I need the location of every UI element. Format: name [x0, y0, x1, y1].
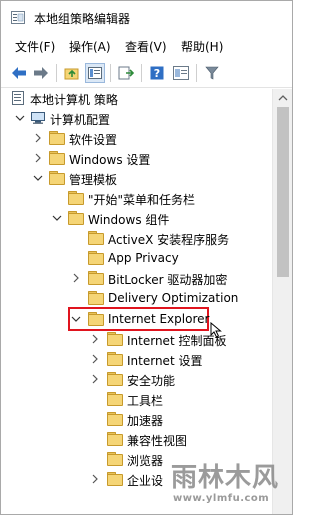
folder-icon: [68, 191, 84, 205]
tree-item-windows-settings[interactable]: Windows 设置: [1, 149, 272, 169]
tree-label: "开始"菜单和任务栏: [88, 193, 196, 207]
tree-label: 管理模板: [69, 173, 118, 187]
tree-item-compat-view[interactable]: 兼容性视图: [1, 430, 272, 450]
folder-icon: [107, 432, 123, 446]
svg-text:?: ?: [154, 67, 160, 80]
folder-icon: [88, 251, 104, 265]
group-policy-editor-window: 本地组策略编辑器 文件(F) 操作(A) 查看(V) 帮助(H) ? 本地计算机…: [0, 0, 293, 515]
tree-item-accelerators[interactable]: 加速器: [1, 410, 272, 430]
tree-item-activex[interactable]: ActiveX 安装程序服务: [1, 229, 272, 249]
vertical-scrollbar[interactable]: [272, 89, 292, 514]
chevron-down-icon[interactable]: [33, 173, 43, 183]
tree-item-delivery-optimization[interactable]: Delivery Optimization: [1, 289, 272, 309]
chevron-right-icon[interactable]: [71, 273, 81, 283]
title-bar: 本地组策略编辑器: [1, 1, 292, 33]
mouse-cursor-icon: [210, 322, 222, 338]
toolbar-separator: [196, 64, 197, 82]
tree-item-root[interactable]: 本地计算机 策略: [1, 89, 272, 109]
folder-icon: [107, 332, 123, 346]
chevron-right-icon[interactable]: [90, 354, 100, 364]
chevron-right-icon[interactable]: [90, 374, 100, 384]
show-tree-icon[interactable]: [85, 63, 105, 83]
toolbar-separator: [56, 64, 57, 82]
tree-label: ActiveX 安装程序服务: [108, 233, 230, 247]
folder-open-icon: [88, 312, 104, 326]
menu-bar: 文件(F) 操作(A) 查看(V) 帮助(H): [1, 37, 292, 57]
tree-label: 本地计算机 策略: [30, 93, 118, 107]
tree-label: 安全功能: [127, 374, 176, 388]
toolbar-separator: [141, 64, 142, 82]
tree-item-computer-config[interactable]: 计算机配置: [1, 109, 272, 129]
tree-item-app-privacy[interactable]: App Privacy: [1, 249, 272, 269]
chevron-right-icon[interactable]: [33, 153, 43, 163]
computer-icon: [31, 112, 45, 124]
tree-item-ie-settings[interactable]: Internet 设置: [1, 350, 272, 370]
menu-file[interactable]: 文件(F): [15, 38, 55, 55]
tree-item-toolbars[interactable]: 工具栏: [1, 390, 272, 410]
folder-icon: [49, 151, 65, 165]
watermark: 雨林木风 www.ylmfu.com: [163, 455, 291, 513]
tree-item-software-settings[interactable]: 软件设置: [1, 129, 272, 149]
tree-item-bitlocker[interactable]: BitLocker 驱动器加密: [1, 269, 272, 289]
scroll-up-arrow-icon[interactable]: [273, 89, 292, 107]
folder-icon: [88, 231, 104, 245]
folder-icon: [49, 131, 65, 145]
filter-icon[interactable]: [202, 63, 222, 83]
tree-label: 兼容性视图: [127, 434, 188, 448]
folder-icon: [107, 452, 123, 466]
tree-label: Internet Explorer: [108, 312, 210, 326]
folder-icon: [107, 372, 123, 386]
up-folder-icon[interactable]: [62, 63, 82, 83]
help-icon[interactable]: ?: [147, 63, 167, 83]
window-title: 本地组策略编辑器: [34, 12, 131, 26]
forward-arrow-icon[interactable]: [31, 63, 51, 83]
watermark-url: www.ylmfu.com: [173, 493, 270, 504]
menu-view[interactable]: 查看(V): [125, 38, 167, 55]
tree-label: Internet 设置: [127, 354, 203, 368]
tree-label: 工具栏: [127, 394, 164, 408]
menu-action[interactable]: 操作(A): [69, 38, 111, 55]
folder-icon: [68, 211, 84, 225]
tree-label: 计算机配置: [50, 113, 111, 127]
tree-item-security-features[interactable]: 安全功能: [1, 370, 272, 390]
tree-item-admin-templates[interactable]: 管理模板: [1, 169, 272, 189]
chevron-down-icon[interactable]: [15, 113, 25, 123]
chevron-right-icon[interactable]: [33, 133, 43, 143]
tree-label: 企业设: [127, 474, 164, 488]
policy-tree: 本地计算机 策略 计算机配置 软件设置 Windows 设置 管理模板 "开始"…: [1, 89, 272, 514]
tree-item-ie-control-panel[interactable]: Internet 控制面板: [1, 330, 272, 350]
chevron-down-icon[interactable]: [71, 314, 81, 324]
watermark-logo-text: 雨林木风: [171, 463, 280, 493]
folder-icon: [107, 412, 123, 426]
toolbar: ?: [1, 59, 292, 88]
tree-label: 软件设置: [69, 133, 118, 147]
chevron-right-icon[interactable]: [90, 474, 100, 484]
chevron-down-icon[interactable]: [52, 213, 62, 223]
tree-label: 浏览器: [127, 454, 164, 468]
tree-label: Delivery Optimization: [108, 291, 239, 305]
folder-icon: [88, 291, 104, 305]
export-list-icon[interactable]: [116, 63, 136, 83]
tree-item-internet-explorer[interactable]: Internet Explorer: [1, 307, 272, 331]
folder-icon: [107, 392, 123, 406]
folder-icon: [107, 352, 123, 366]
tree-label: App Privacy: [108, 251, 179, 265]
properties-icon[interactable]: [171, 63, 191, 83]
tree-label: Windows 设置: [69, 153, 151, 167]
back-arrow-icon[interactable]: [9, 63, 29, 83]
tree-item-start-menu-taskbar[interactable]: "开始"菜单和任务栏: [1, 189, 272, 209]
tree-label: BitLocker 驱动器加密: [108, 273, 228, 287]
menu-help[interactable]: 帮助(H): [181, 38, 223, 55]
toolbar-separator: [110, 64, 111, 82]
tree-item-windows-components[interactable]: Windows 组件: [1, 209, 272, 229]
policy-document-icon: [12, 91, 24, 105]
folder-icon: [107, 472, 123, 486]
tree-label: 加速器: [127, 414, 164, 428]
chevron-right-icon[interactable]: [90, 334, 100, 344]
app-icon: [11, 11, 25, 24]
folder-icon: [49, 171, 65, 185]
scrollbar-thumb[interactable]: [277, 107, 289, 277]
folder-icon: [88, 271, 104, 285]
tree-label: Windows 组件: [88, 213, 170, 227]
